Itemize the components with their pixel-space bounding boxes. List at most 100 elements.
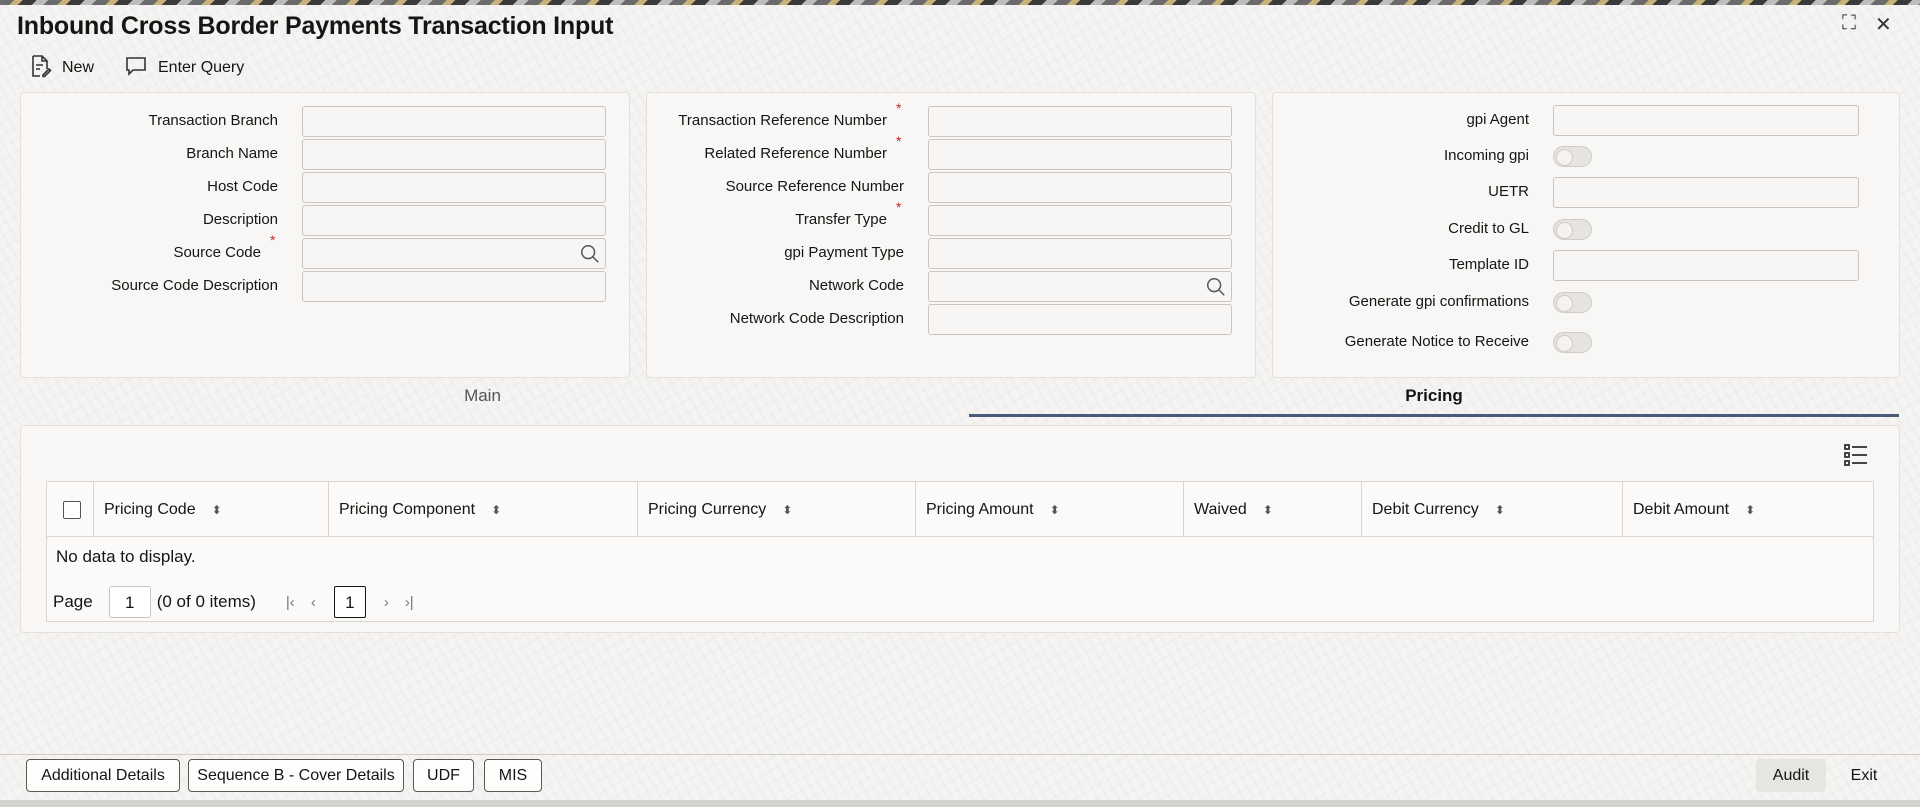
transaction-reference-number-input[interactable] bbox=[928, 106, 1232, 137]
udf-button[interactable]: UDF bbox=[413, 759, 474, 792]
column-list-icon[interactable] bbox=[1842, 441, 1870, 469]
source-code-description-input[interactable] bbox=[302, 271, 606, 302]
generate-gpi-confirmations-toggle[interactable] bbox=[1553, 292, 1592, 313]
generate-notice-to-receive-toggle[interactable] bbox=[1553, 332, 1592, 353]
uetr-label: UETR bbox=[1488, 183, 1529, 200]
gpi-agent-input[interactable] bbox=[1553, 105, 1859, 136]
template-id-input[interactable] bbox=[1553, 250, 1859, 281]
column-label: Pricing Currency bbox=[648, 501, 767, 518]
source-code-input[interactable] bbox=[302, 238, 606, 269]
field-row-source-code: Source Code * bbox=[21, 232, 629, 269]
mis-button[interactable]: MIS bbox=[484, 759, 542, 792]
field-row-credit-to-gl: Credit to GL bbox=[1273, 214, 1899, 244]
page-number-input[interactable]: 1 bbox=[108, 586, 151, 618]
incoming-gpi-label: Incoming gpi bbox=[1443, 147, 1529, 164]
related-reference-number-label: Related Reference Number bbox=[704, 145, 887, 162]
network-code-description-label: Network Code Description bbox=[729, 310, 904, 327]
incoming-gpi-toggle[interactable] bbox=[1553, 146, 1592, 167]
panel-branch-details: Transaction Branch Branch Name Host Code… bbox=[20, 92, 630, 378]
transaction-branch-label: Transaction Branch bbox=[148, 112, 278, 129]
new-button[interactable]: New bbox=[28, 54, 94, 82]
select-all-checkbox[interactable] bbox=[63, 501, 81, 519]
new-label: New bbox=[62, 59, 95, 76]
enter-query-button[interactable]: Enter Query bbox=[124, 54, 244, 82]
search-icon[interactable] bbox=[579, 243, 601, 265]
field-row-network-code-description: Network Code Description bbox=[647, 304, 1255, 335]
close-window-icon[interactable]: ✕ bbox=[1875, 12, 1892, 37]
field-row-host-code: Host Code bbox=[21, 172, 629, 203]
tab-pricing[interactable]: Pricing bbox=[969, 381, 1899, 417]
generate-notice-to-receive-label: Generate Notice to Receive bbox=[1344, 333, 1529, 350]
audit-button[interactable]: Audit bbox=[1756, 759, 1826, 792]
pricing-table: Pricing Code ⬍ Pricing Component ⬍ Pricing… bbox=[46, 481, 1874, 622]
first-page-icon[interactable]: |‹ bbox=[286, 594, 295, 611]
transfer-type-label: Transfer Type bbox=[795, 211, 887, 228]
field-row-generate-gpi-confirmations: Generate gpi confirmations bbox=[1273, 287, 1899, 317]
column-label: Pricing Amount bbox=[926, 501, 1034, 518]
column-header-pricing-code[interactable]: Pricing Code ⬍ bbox=[93, 482, 328, 537]
restore-window-icon[interactable]: ⛶ bbox=[1842, 12, 1856, 35]
field-row-template-id: Template ID bbox=[1273, 250, 1899, 281]
field-row-uetr: UETR bbox=[1273, 177, 1899, 208]
field-row-related-reference-number: Related Reference Number * bbox=[647, 133, 1255, 170]
related-reference-number-input[interactable] bbox=[928, 139, 1232, 170]
required-marker: * bbox=[896, 100, 902, 116]
field-row-incoming-gpi: Incoming gpi bbox=[1273, 141, 1899, 171]
field-row-network-code: Network Code bbox=[647, 271, 1255, 302]
source-reference-number-input[interactable] bbox=[928, 172, 1232, 203]
previous-page-icon[interactable]: ‹ bbox=[311, 594, 316, 611]
sort-icon: ⬍ bbox=[491, 503, 502, 517]
column-label: Waived bbox=[1194, 501, 1247, 518]
transaction-reference-number-label: Transaction Reference Number bbox=[678, 112, 887, 129]
field-row-gpi-agent: gpi Agent bbox=[1273, 105, 1899, 136]
tab-main[interactable]: Main bbox=[20, 381, 945, 417]
column-header-waived[interactable]: Waived ⬍ bbox=[1183, 482, 1361, 537]
network-code-description-input[interactable] bbox=[928, 304, 1232, 335]
column-header-pricing-component[interactable]: Pricing Component ⬍ bbox=[328, 482, 637, 537]
exit-button[interactable]: Exit bbox=[1832, 759, 1896, 792]
sort-icon: ⬍ bbox=[1494, 503, 1505, 517]
gpi-agent-label: gpi Agent bbox=[1466, 111, 1529, 128]
field-row-description: Description bbox=[21, 205, 629, 236]
transaction-branch-input[interactable] bbox=[302, 106, 606, 137]
column-header-debit-amount[interactable]: Debit Amount ⬍ bbox=[1622, 482, 1873, 537]
next-page-icon[interactable]: › bbox=[384, 594, 389, 611]
branch-name-input[interactable] bbox=[302, 139, 606, 170]
network-code-input[interactable] bbox=[928, 271, 1232, 302]
sort-icon: ⬍ bbox=[1049, 503, 1060, 517]
uetr-input[interactable] bbox=[1553, 177, 1859, 208]
column-header-pricing-currency[interactable]: Pricing Currency ⬍ bbox=[637, 482, 915, 537]
field-row-generate-notice-to-receive: Generate Notice to Receive bbox=[1273, 327, 1899, 357]
sequence-b-cover-details-button[interactable]: Sequence B - Cover Details bbox=[188, 759, 404, 792]
field-row-source-code-description: Source Code Description bbox=[21, 271, 629, 302]
field-row-branch-name: Branch Name bbox=[21, 139, 629, 170]
empty-table-message: No data to display. bbox=[56, 547, 196, 566]
credit-to-gl-label: Credit to GL bbox=[1448, 220, 1529, 237]
transfer-type-input[interactable] bbox=[928, 205, 1232, 236]
required-marker: * bbox=[270, 232, 276, 248]
description-input[interactable] bbox=[302, 205, 606, 236]
page-title: Inbound Cross Border Payments Transactio… bbox=[17, 12, 614, 40]
source-code-label: Source Code bbox=[173, 244, 261, 261]
sort-icon: ⬍ bbox=[1262, 503, 1273, 517]
panel-gpi-details: gpi Agent Incoming gpi UETR Credit to GL… bbox=[1272, 92, 1900, 378]
gpi-payment-type-input[interactable] bbox=[928, 238, 1232, 269]
required-marker: * bbox=[896, 199, 902, 215]
field-row-source-reference-number: Source Reference Number bbox=[647, 172, 1255, 203]
generate-gpi-confirmations-label: Generate gpi confirmations bbox=[1348, 293, 1529, 310]
last-page-icon[interactable]: ›| bbox=[405, 594, 414, 611]
panel-reference-details: Transaction Reference Number * Related R… bbox=[646, 92, 1256, 378]
pricing-table-header: Pricing Code ⬍ Pricing Component ⬍ Pricing… bbox=[47, 482, 1873, 537]
search-icon[interactable] bbox=[1205, 276, 1227, 298]
credit-to-gl-toggle[interactable] bbox=[1553, 219, 1592, 240]
template-id-label: Template ID bbox=[1448, 256, 1529, 273]
branch-name-label: Branch Name bbox=[186, 145, 278, 162]
sort-icon: ⬍ bbox=[211, 503, 222, 517]
gpi-payment-type-label: gpi Payment Type bbox=[784, 244, 904, 261]
column-header-debit-currency[interactable]: Debit Currency ⬍ bbox=[1361, 482, 1622, 537]
additional-details-button[interactable]: Additional Details bbox=[26, 759, 180, 792]
host-code-input[interactable] bbox=[302, 172, 606, 203]
column-header-pricing-amount[interactable]: Pricing Amount ⬍ bbox=[915, 482, 1183, 537]
current-page-button[interactable]: 1 bbox=[333, 586, 366, 618]
field-row-transaction-branch: Transaction Branch bbox=[21, 106, 629, 137]
